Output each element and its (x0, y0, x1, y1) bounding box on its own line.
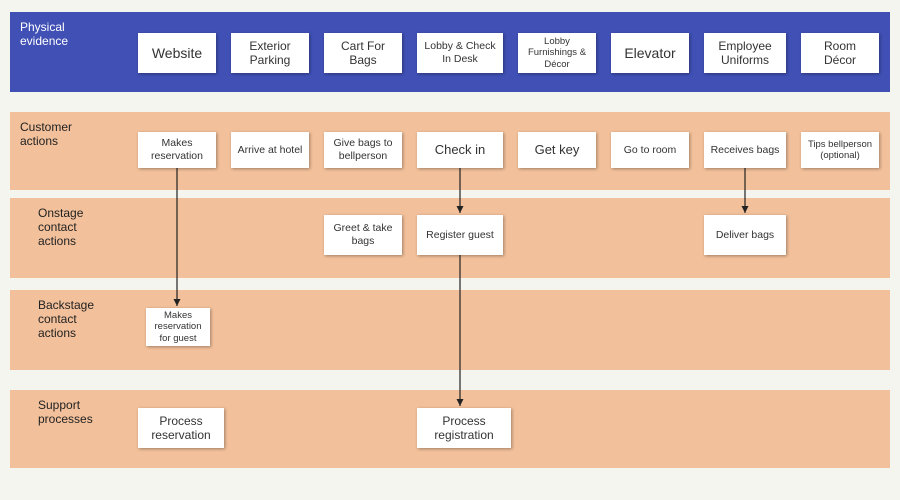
card-on-greet-take-bags: Greet & take bags (324, 215, 402, 255)
card-bk-makes-reservation: Makes reservation for guest (146, 308, 210, 346)
card-ca-check-in: Check in (417, 132, 503, 168)
card-on-register-guest: Register guest (417, 215, 503, 255)
card-pe-website: Website (138, 33, 216, 73)
card-sp-process-reservation: Process reservation (138, 408, 224, 448)
card-pe-employee-uniforms: Employee Uniforms (704, 33, 786, 73)
lane-label-onstage-contact: Onstage contact actions (10, 198, 120, 278)
card-ca-makes-reservation: Makes reservation (138, 132, 216, 168)
card-ca-arrive-hotel: Arrive at hotel (231, 132, 309, 168)
lane-label-backstage-contact: Backstage contact actions (10, 290, 120, 370)
lane-label-support-processes: Support processes (10, 390, 120, 468)
card-ca-go-to-room: Go to room (611, 132, 689, 168)
lane-label-physical-evidence: Physical evidence (10, 12, 120, 92)
card-pe-lobby-desk: Lobby & Check In Desk (417, 33, 503, 73)
lane-label-customer-actions: Customer actions (10, 112, 120, 190)
blueprint-canvas: Physical evidence Customer actions Onsta… (0, 0, 900, 500)
card-pe-lobby-furnishings: Lobby Furnishings & Décor (518, 33, 596, 73)
card-pe-exterior-parking: Exterior Parking (231, 33, 309, 73)
lane-backstage-contact: Backstage contact actions (10, 290, 890, 370)
card-ca-get-key: Get key (518, 132, 596, 168)
card-ca-tips-bellperson: Tips bellperson (optional) (801, 132, 879, 168)
card-ca-receives-bags: Receives bags (704, 132, 786, 168)
card-pe-elevator: Elevator (611, 33, 689, 73)
card-pe-room-decor: Room Décor (801, 33, 879, 73)
card-ca-give-bags: Give bags to bellperson (324, 132, 402, 168)
card-pe-cart-for-bags: Cart For Bags (324, 33, 402, 73)
card-sp-process-registration: Process registration (417, 408, 511, 448)
card-on-deliver-bags: Deliver bags (704, 215, 786, 255)
